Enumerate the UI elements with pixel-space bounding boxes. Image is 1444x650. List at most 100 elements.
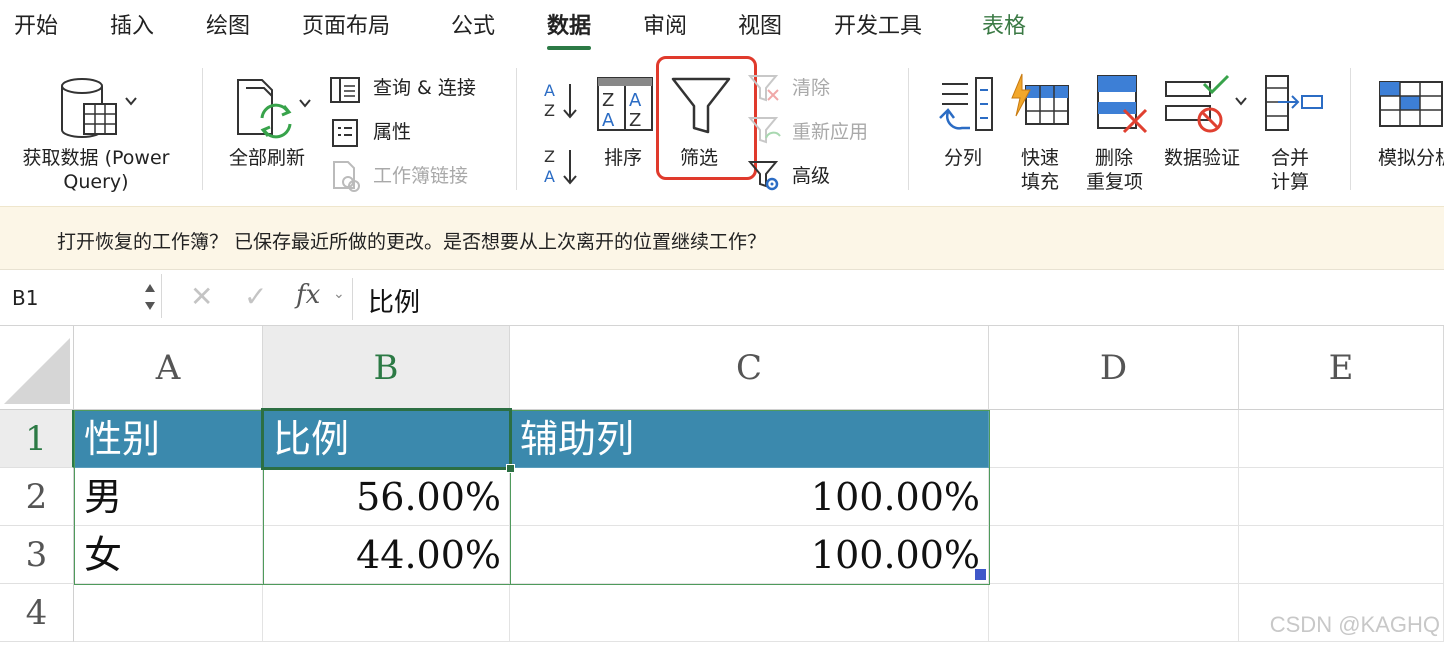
row-header-4[interactable]: 4: [0, 584, 74, 642]
flash-fill-button[interactable]: [1008, 72, 1072, 128]
refresh-all-button[interactable]: [232, 74, 316, 144]
column-header-e[interactable]: E: [1239, 326, 1444, 410]
cell-d3[interactable]: [989, 526, 1239, 584]
row-header-2[interactable]: 2: [0, 468, 74, 526]
filter-highlight-annotation: [656, 56, 757, 180]
chevron-down-icon[interactable]: ⌄: [333, 286, 345, 302]
ribbon-tabs: 开始 插入 绘图 页面布局 公式 数据 审阅 视图 开发工具 表格: [0, 0, 1444, 56]
svg-text:A: A: [544, 81, 555, 100]
get-data-label: 获取数据 (Power: [22, 147, 170, 169]
cell-a3[interactable]: 女: [74, 526, 263, 584]
tab-table[interactable]: 表格: [982, 10, 1026, 44]
column-header-c[interactable]: C: [510, 326, 989, 410]
confirm-icon[interactable]: ✓: [244, 282, 267, 312]
select-all-icon: [4, 338, 70, 404]
consolidate-label-1: 合并: [1271, 147, 1310, 169]
row-header-1[interactable]: 1: [0, 410, 74, 468]
flash-fill-label-2: 填充: [1021, 171, 1060, 193]
cell-b2[interactable]: 56.00%: [263, 468, 510, 526]
cancel-icon[interactable]: ✕: [190, 282, 213, 312]
clear-filter-icon: [747, 74, 782, 104]
cell-b4[interactable]: [263, 584, 510, 642]
formula-value: 比例: [368, 288, 421, 318]
cell-e2[interactable]: [1239, 468, 1444, 526]
svg-text:Z: Z: [544, 147, 555, 166]
cell-a1[interactable]: 性别: [74, 410, 263, 468]
tab-developer[interactable]: 开发工具: [834, 10, 922, 44]
advanced-filter-icon: [747, 160, 782, 192]
properties-icon[interactable]: [331, 118, 359, 148]
cell-c1[interactable]: 辅助列: [510, 410, 989, 468]
remove-duplicates-button[interactable]: [1094, 74, 1150, 136]
recovery-notification-bar: 打开恢复的工作簿？ 已保存最近所做的更改。是否想要从上次离开的位置继续工作？: [0, 206, 1444, 270]
cell-c4[interactable]: [510, 584, 989, 642]
get-data-button[interactable]: [56, 74, 146, 156]
remove-duplicates-icon: [1097, 75, 1148, 134]
cell-d4[interactable]: [989, 584, 1239, 642]
column-header-d[interactable]: D: [989, 326, 1239, 410]
cell-e1[interactable]: [1239, 410, 1444, 468]
cell-d1[interactable]: [989, 410, 1239, 468]
sort-za-icon: Z A: [544, 147, 577, 186]
tab-formulas[interactable]: 公式: [451, 10, 495, 44]
table-resize-handle[interactable]: [975, 569, 986, 580]
tab-draw[interactable]: 绘图: [206, 10, 250, 44]
notification-text: 打开恢复的工作簿？ 已保存最近所做的更改。是否想要从上次离开的位置继续工作？: [57, 231, 767, 253]
text-to-columns-button[interactable]: [932, 74, 994, 134]
data-validation-button[interactable]: [1164, 74, 1250, 136]
what-if-icon: [1379, 81, 1443, 127]
watermark: CSDN @KAGHQ: [1269, 612, 1440, 637]
tab-view[interactable]: 视图: [738, 10, 782, 44]
tab-home[interactable]: 开始: [14, 10, 58, 44]
queries-connections-icon[interactable]: [329, 76, 361, 104]
reapply-icon: [747, 116, 782, 148]
svg-text:Z: Z: [602, 90, 614, 111]
cell-e3[interactable]: [1239, 526, 1444, 584]
sort-az-icon: A Z: [544, 81, 577, 120]
cell-b1[interactable]: 比例: [263, 410, 510, 468]
ribbon-separator: [202, 68, 203, 190]
advanced-button[interactable]: 高级: [792, 164, 830, 188]
name-box-stepper-icon[interactable]: [144, 280, 156, 314]
tab-insert[interactable]: 插入: [110, 10, 154, 44]
tab-data[interactable]: 数据: [547, 10, 592, 50]
data-validation-label: 数据验证: [1164, 147, 1241, 169]
cell-b3[interactable]: 44.00%: [263, 526, 510, 584]
clear-button[interactable]: 清除: [792, 76, 830, 100]
cell-c3[interactable]: 100.00%: [510, 526, 989, 584]
cell-a4[interactable]: [74, 584, 263, 642]
formula-input[interactable]: 比例: [352, 278, 1444, 320]
flash-fill-label-1: 快速: [1021, 147, 1060, 169]
cell-d2[interactable]: [989, 468, 1239, 526]
column-header-b[interactable]: B: [263, 326, 510, 410]
select-all-corner[interactable]: [0, 326, 74, 410]
refresh-icon: [237, 79, 311, 139]
sort-icon: Z A A Z: [597, 77, 653, 131]
sort-ascending-button[interactable]: A Z: [542, 80, 582, 120]
column-header-a[interactable]: A: [74, 326, 263, 410]
cell-c2[interactable]: 100.00%: [510, 468, 989, 526]
what-if-analysis-button[interactable]: [1378, 78, 1444, 132]
spreadsheet-grid: A B C D E 1 2 3 4 性别 比例 辅助列 男 56.00% 100…: [0, 326, 1444, 650]
tab-page-layout[interactable]: 页面布局: [302, 10, 390, 44]
queries-connections-button[interactable]: 查询 & 连接: [373, 76, 476, 100]
svg-text:A: A: [602, 110, 615, 131]
database-icon: [61, 78, 137, 138]
what-if-label: 模拟分析: [1378, 147, 1444, 169]
get-data-label-2: Query): [63, 171, 129, 193]
svg-text:A: A: [629, 90, 642, 111]
insert-function-icon[interactable]: fx: [296, 280, 320, 310]
fill-handle[interactable]: [506, 464, 515, 473]
sort-descending-button[interactable]: Z A: [542, 146, 582, 186]
reapply-button[interactable]: 重新应用: [792, 120, 868, 144]
row-header-3[interactable]: 3: [0, 526, 74, 584]
workbook-links-button[interactable]: 工作簿链接: [373, 164, 468, 188]
consolidate-button[interactable]: [1264, 74, 1324, 132]
tab-review[interactable]: 审阅: [643, 10, 687, 44]
split-columns-icon: [939, 77, 993, 131]
cell-a2[interactable]: 男: [74, 468, 263, 526]
sort-button[interactable]: Z A A Z: [596, 76, 654, 132]
text-to-columns-label: 分列: [944, 147, 983, 169]
name-box[interactable]: B1: [0, 274, 162, 318]
properties-button[interactable]: 属性: [373, 120, 411, 144]
